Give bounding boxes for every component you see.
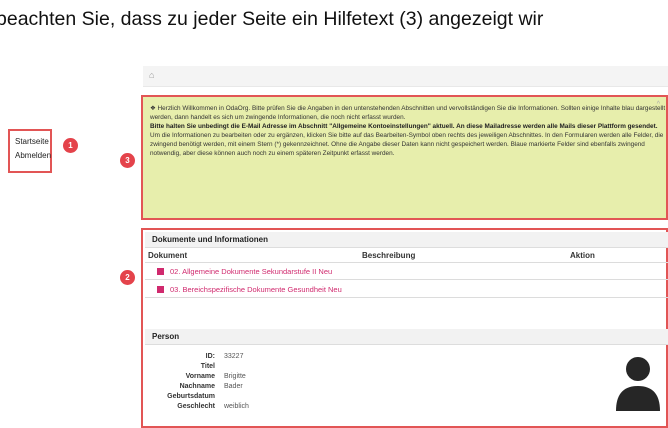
info-icon: ❖ [150,105,156,112]
user-avatar-icon [616,357,660,411]
person-field: Titel [200,363,215,370]
table-divider [145,262,668,263]
callout-badge-2: 2 [120,270,135,285]
breadcrumb: ⌂ [143,66,668,87]
sidebar-item-abmelden[interactable]: Abmelden [15,149,51,163]
callout-badge-3: 3 [120,153,135,168]
person-field: Vorname Brigitte [185,373,246,380]
document-link[interactable]: 03. Bereichspezifische Dokumente Gesundh… [157,285,342,294]
person-field: Nachname Bader [179,383,243,390]
document-icon [157,285,164,293]
person-field: Geschlecht weiblich [177,403,249,410]
help-text-panel: ^ ❖ Herzlich Willkommen in OdaOrg. Bitte… [141,95,668,220]
documents-panel-title: Dokumente und Informationen [145,232,668,248]
table-divider [145,279,668,280]
column-document: Dokument [148,251,188,260]
person-field: Geburtsdatum [167,393,215,400]
instruction-caption: beachten Sie, dass zu jeder Seite ein Hi… [0,8,544,30]
sidebar-menu: Startseite Abmelden [8,129,52,173]
home-icon[interactable]: ⌂ [149,70,154,80]
document-link-label: 03. Bereichspezifische Dokumente Gesundh… [170,285,342,294]
person-field: ID: 33227 [205,353,244,360]
document-link[interactable]: 02. Allgemeine Dokumente Sekundarstufe I… [157,267,332,276]
document-link-label: 02. Allgemeine Dokumente Sekundarstufe I… [170,267,333,276]
help-intro: Herzlich Willkommen in OdaOrg. Bitte prü… [150,105,666,122]
column-action: Aktion [570,251,595,260]
callout-badge-1: 1 [63,138,78,153]
help-important: Bitte halten Sie unbedingt die E-Mail Ad… [150,123,658,131]
document-icon [157,267,164,275]
person-panel-title: Person [145,329,668,345]
table-divider [145,297,668,298]
sidebar-item-startseite[interactable]: Startseite [15,135,50,149]
help-details: Um die Informationen zu bearbeiten oder … [150,132,664,158]
column-description: Beschreibung [362,251,416,260]
help-text: ❖ Herzlich Willkommen in OdaOrg. Bitte p… [150,104,666,212]
